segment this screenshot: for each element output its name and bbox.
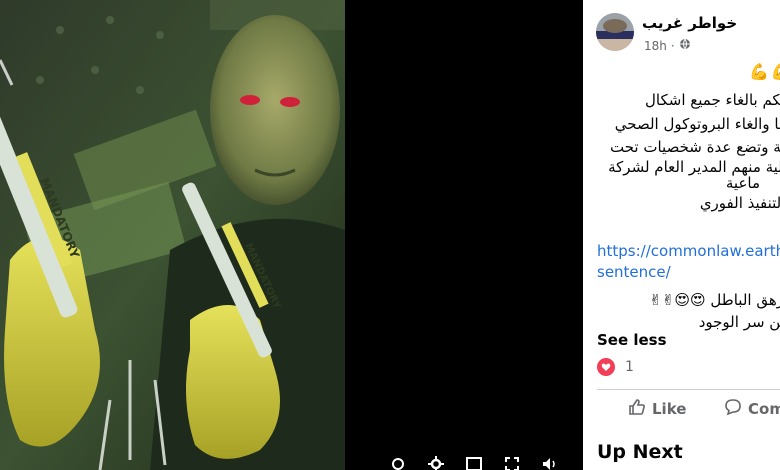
- media-viewer: MANDATORY MANDATORY: [0, 0, 583, 470]
- picture-in-picture-icon[interactable]: [466, 456, 482, 470]
- settings-gear-icon[interactable]: [428, 456, 444, 470]
- post-link-line-1[interactable]: https://commonlaw.earth/i: [597, 242, 780, 260]
- post-text-line-6: بالتنفيذ الفوري: [699, 194, 780, 212]
- reaction-summary[interactable]: 1: [597, 358, 634, 376]
- post-meta: 18h ·: [644, 38, 691, 53]
- see-less-link[interactable]: See less: [597, 331, 667, 349]
- divider: [597, 389, 780, 390]
- volume-icon[interactable]: [542, 456, 558, 470]
- dot-separator: ·: [670, 38, 675, 53]
- love-reaction-icon: [597, 358, 615, 376]
- avatar[interactable]: [596, 13, 634, 51]
- post-closing-line-2: حن سر الوجود: [698, 313, 780, 331]
- post-text-line-3: بية وتضع عدة شخصيات تحت: [610, 138, 780, 156]
- post-text-line-2: بها والغاء البروتوكول الصحي: [614, 115, 780, 133]
- reaction-count: 1: [625, 359, 634, 375]
- post-link-line-2[interactable]: sentence/: [597, 263, 671, 281]
- globe-icon: [679, 38, 691, 53]
- post-text-line-5: ماعية: [725, 174, 760, 192]
- post-text-line-1: حكم بالغاء جميع اشكال: [645, 91, 780, 109]
- comment-label: Com: [748, 400, 780, 418]
- like-label: Like: [652, 400, 687, 418]
- thumbs-up-icon: [628, 398, 646, 420]
- post-panel: خواطر غريب 18h · 💪 💪 حكم بالغاء جميع اشك…: [583, 0, 780, 470]
- comment-bubble-icon: [724, 398, 742, 420]
- post-closing-line-1: زهق الباطل 😍😍✌✌: [649, 291, 780, 309]
- up-next-heading: Up Next: [597, 441, 683, 463]
- flexed-biceps-emoji: 💪: [749, 62, 769, 81]
- post-author-name[interactable]: خواطر غريب: [642, 14, 780, 32]
- video-poster-image[interactable]: MANDATORY MANDATORY: [0, 0, 345, 470]
- post-time[interactable]: 18h: [644, 39, 667, 53]
- fullscreen-icon[interactable]: [504, 456, 520, 470]
- post-emojis: 💪 💪: [749, 62, 780, 81]
- media-controls: [390, 456, 558, 470]
- tag-icon[interactable]: [390, 456, 406, 470]
- like-button[interactable]: Like: [628, 398, 686, 420]
- comment-button[interactable]: Com: [724, 398, 780, 420]
- flexed-biceps-emoji: 💪: [771, 62, 780, 81]
